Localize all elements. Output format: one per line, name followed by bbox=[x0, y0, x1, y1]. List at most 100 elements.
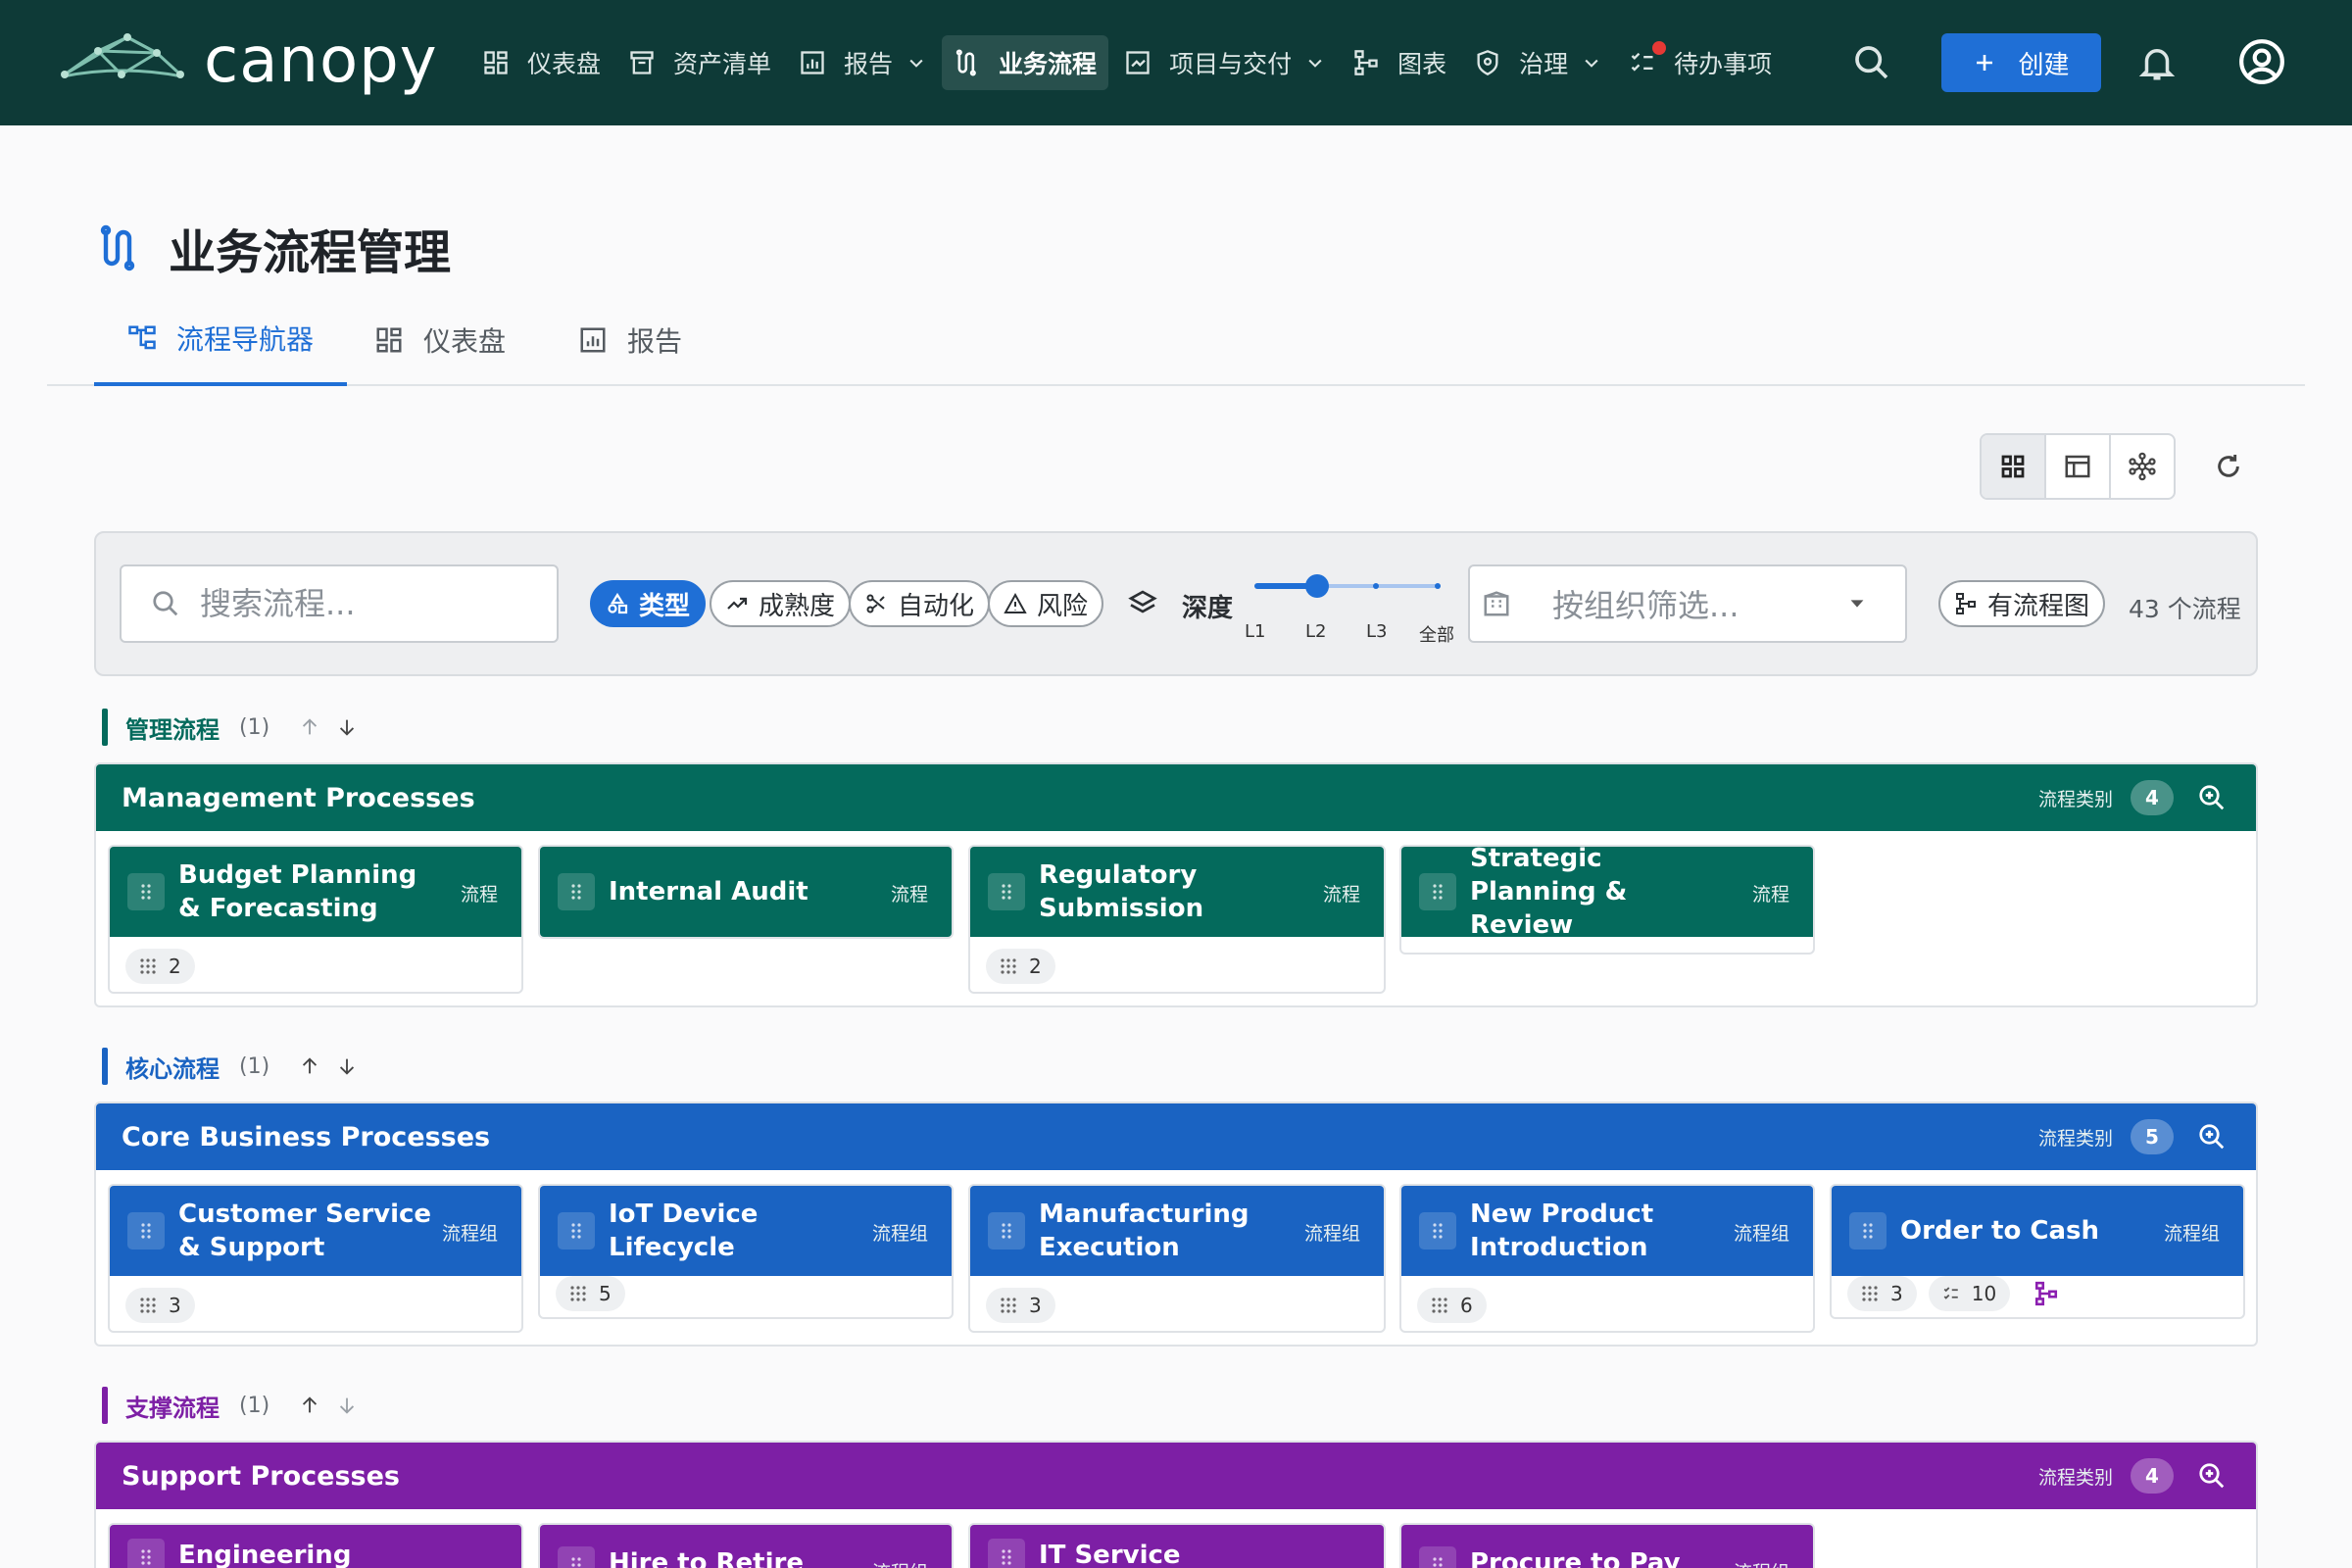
arrow-down-icon[interactable] bbox=[336, 1395, 358, 1416]
canopy-logo[interactable]: canopy bbox=[59, 29, 438, 92]
process-card[interactable]: Engineering Change 流程 bbox=[108, 1523, 523, 1568]
process-card[interactable]: IoT Device Lifecycle 流程组 5 bbox=[538, 1184, 954, 1319]
drag-handle[interactable] bbox=[127, 873, 165, 910]
process-card[interactable]: Order to Cash 流程组 3 10 bbox=[1830, 1184, 2245, 1319]
process-card[interactable]: Strategic Planning & Review 流程 bbox=[1399, 845, 1815, 955]
nav-inventory[interactable]: 资产清单 bbox=[616, 35, 783, 90]
depth-level-l3[interactable]: L3 bbox=[1366, 621, 1387, 642]
nav-projects[interactable]: 项目与交付 bbox=[1112, 35, 1337, 90]
tab-dashboard[interactable]: 仪表盘 bbox=[341, 294, 539, 386]
task-count: 10 bbox=[1971, 1282, 1997, 1305]
chip-maturity[interactable]: 成熟度 bbox=[710, 580, 852, 627]
drag-handle[interactable] bbox=[1419, 873, 1456, 910]
checklist-icon bbox=[1943, 1287, 1958, 1299]
process-card[interactable]: Procure to Pay 流程组 bbox=[1399, 1523, 1815, 1568]
chip-automation[interactable]: 自动化 bbox=[849, 580, 991, 627]
org-filter-select[interactable]: 按组织筛选... bbox=[1468, 564, 1907, 643]
depth-slider[interactable] bbox=[1254, 568, 1450, 627]
drag-handle[interactable] bbox=[558, 1212, 595, 1250]
arrow-up-icon[interactable] bbox=[299, 1395, 320, 1416]
process-card-title: Internal Audit bbox=[609, 877, 808, 906]
group-header[interactable]: Management Processes 流程类别 4 bbox=[96, 764, 2256, 831]
top-nav-bar: canopy 仪表盘 资产清单 报告 业务流程 项目与交付 图表 治理 待办事项… bbox=[0, 0, 2352, 125]
depth-level-l2[interactable]: L2 bbox=[1305, 621, 1326, 642]
chip-type[interactable]: 类型 bbox=[590, 580, 707, 627]
tab-process-navigator[interactable]: 流程导航器 bbox=[94, 294, 348, 386]
main-nav: 仪表盘 资产清单 报告 业务流程 项目与交付 图表 治理 待办事项 bbox=[470, 31, 1788, 94]
search-icon[interactable] bbox=[1852, 43, 1891, 82]
process-card[interactable]: Hire to Retire 流程组 bbox=[538, 1523, 954, 1568]
drag-handle[interactable] bbox=[988, 1539, 1025, 1568]
process-card-header: New Product Introduction 流程组 bbox=[1401, 1186, 1813, 1276]
nav-business-process[interactable]: 业务流程 bbox=[942, 35, 1109, 90]
zoom-in-icon[interactable] bbox=[2197, 1122, 2227, 1152]
drag-handle[interactable] bbox=[558, 873, 595, 910]
nav-diagrams[interactable]: 图表 bbox=[1341, 35, 1458, 90]
process-card[interactable]: New Product Introduction 流程组 6 bbox=[1399, 1184, 1815, 1333]
arrow-up-icon[interactable] bbox=[299, 716, 320, 738]
has-diagram-toggle[interactable]: 有流程图 bbox=[1938, 580, 2106, 627]
process-card-footer: 3 bbox=[986, 1288, 1067, 1323]
section-color-bar bbox=[102, 1387, 108, 1424]
depth-slider-thumb[interactable] bbox=[1305, 574, 1329, 598]
user-account-icon[interactable] bbox=[2237, 37, 2286, 86]
process-card[interactable]: Budget Planning & Forecasting 流程 2 bbox=[108, 845, 523, 994]
nav-todos[interactable]: 待办事项 bbox=[1617, 35, 1784, 90]
section-name: 支撑流程 bbox=[125, 1394, 220, 1422]
nav-governance[interactable]: 治理 bbox=[1462, 35, 1613, 90]
process-card[interactable]: Regulatory Submission 流程 2 bbox=[968, 845, 1386, 994]
drag-handle[interactable] bbox=[1849, 1212, 1886, 1250]
refresh-icon[interactable] bbox=[2213, 451, 2244, 482]
shield-icon bbox=[1477, 50, 1498, 75]
view-grid-button[interactable] bbox=[1982, 435, 2046, 498]
group-header[interactable]: Core Business Processes 流程类别 5 bbox=[96, 1103, 2256, 1170]
view-table-button[interactable] bbox=[2046, 435, 2111, 498]
bell-icon[interactable] bbox=[2136, 41, 2178, 84]
drag-handle[interactable] bbox=[988, 1212, 1025, 1250]
drag-handle[interactable] bbox=[127, 1212, 165, 1250]
tab-dashboard-label: 仪表盘 bbox=[423, 325, 507, 358]
process-card[interactable]: Customer Service & Support 流程组 3 bbox=[108, 1184, 523, 1333]
group-count-badge: 5 bbox=[2131, 1119, 2174, 1154]
report-icon bbox=[580, 327, 606, 353]
zoom-in-icon[interactable] bbox=[2197, 1461, 2227, 1491]
children-grid-icon bbox=[1001, 1298, 1016, 1313]
create-button[interactable]: 创建 bbox=[1941, 33, 2101, 92]
arrow-down-icon[interactable] bbox=[336, 716, 358, 738]
depth-level-l1[interactable]: L1 bbox=[1245, 621, 1265, 642]
process-card-title: IoT Device Lifecycle bbox=[609, 1200, 759, 1262]
network-icon bbox=[2129, 452, 2156, 481]
process-card-type: 流程组 bbox=[1733, 1223, 1789, 1245]
process-search-input[interactable] bbox=[200, 585, 533, 622]
brand-name: canopy bbox=[204, 24, 438, 97]
arrow-up-icon[interactable] bbox=[299, 1055, 320, 1077]
drag-handle[interactable] bbox=[1419, 1546, 1456, 1568]
process-card[interactable]: IT Service 流程组 bbox=[968, 1523, 1386, 1568]
filter-bar: 类型 成熟度 自动化 风险 深度 L1 L2 L3 全部 按组织筛选... 有流… bbox=[94, 531, 2258, 676]
process-card[interactable]: Internal Audit 流程 bbox=[538, 845, 954, 939]
search-icon bbox=[153, 591, 178, 616]
nav-reports[interactable]: 报告 bbox=[787, 35, 938, 90]
drag-handle[interactable] bbox=[127, 1539, 165, 1568]
arrow-down-icon[interactable] bbox=[336, 1055, 358, 1077]
zoom-in-icon[interactable] bbox=[2197, 783, 2227, 812]
process-card[interactable]: Manufacturing Execution 流程组 3 bbox=[968, 1184, 1386, 1333]
drag-handle[interactable] bbox=[558, 1546, 595, 1568]
process-count: 43 个流程 bbox=[2129, 595, 2241, 623]
section-header-core: 核心流程 (1) bbox=[102, 1047, 373, 1086]
nav-dashboard[interactable]: 仪表盘 bbox=[470, 35, 612, 90]
section-color-bar bbox=[102, 709, 108, 746]
view-network-button[interactable] bbox=[2111, 435, 2174, 498]
process-card-header: Strategic Planning & Review 流程 bbox=[1401, 847, 1813, 940]
drag-handle[interactable] bbox=[988, 873, 1025, 910]
drag-handle[interactable] bbox=[1419, 1212, 1456, 1250]
depth-level-all[interactable]: 全部 bbox=[1419, 621, 1454, 647]
process-search[interactable] bbox=[120, 564, 559, 643]
grid-icon bbox=[2001, 455, 2025, 478]
tab-reports[interactable]: 报告 bbox=[545, 294, 715, 386]
group-header[interactable]: Support Processes 流程类别 4 bbox=[96, 1443, 2256, 1509]
nav-business-process-label: 业务流程 bbox=[999, 50, 1098, 78]
diagram-icon[interactable] bbox=[2034, 1281, 2059, 1306]
chip-risk[interactable]: 风险 bbox=[988, 580, 1104, 627]
process-card-title: Procure to Pay bbox=[1470, 1548, 1681, 1568]
